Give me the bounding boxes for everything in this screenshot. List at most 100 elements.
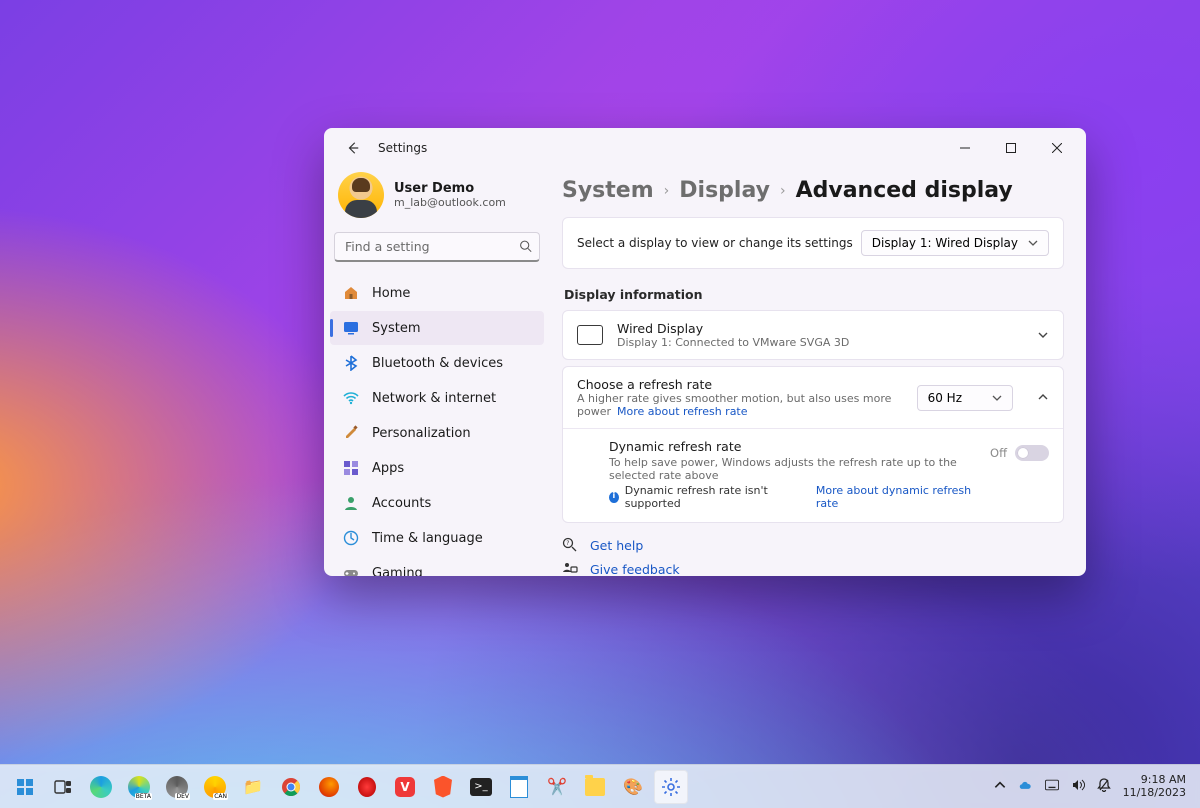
tray-chevron[interactable] xyxy=(993,778,1007,795)
close-icon xyxy=(1052,143,1062,153)
monitor-icon xyxy=(577,325,603,345)
maximize-button[interactable] xyxy=(988,132,1034,164)
taskbar-app-notepad[interactable] xyxy=(502,770,536,804)
refresh-rate-dropdown[interactable]: 60 Hz xyxy=(917,385,1013,411)
nav-bluetooth[interactable]: Bluetooth & devices xyxy=(330,346,544,380)
maximize-icon xyxy=(1006,143,1016,153)
display-dropdown-value: Display 1: Wired Display xyxy=(872,236,1018,250)
toggle-switch xyxy=(1015,445,1049,461)
tray-notifications-icon[interactable] xyxy=(1097,778,1111,795)
refresh-more-link[interactable]: More about refresh rate xyxy=(617,405,748,418)
get-help-row: ? Get help xyxy=(562,537,1064,553)
nav-time[interactable]: Time & language xyxy=(330,521,544,555)
nav-accounts[interactable]: Accounts xyxy=(330,486,544,520)
tray-keyboard-icon[interactable] xyxy=(1045,778,1059,795)
notepad-icon xyxy=(510,776,528,798)
apps-icon xyxy=(342,459,360,477)
vivaldi-icon: V xyxy=(395,777,415,797)
bluetooth-icon xyxy=(342,354,360,372)
edge-beta-icon: BETA xyxy=(128,776,150,798)
toggle-label: Off xyxy=(990,446,1007,460)
chevron-down-icon xyxy=(1037,329,1049,341)
close-button[interactable] xyxy=(1034,132,1080,164)
display-info-sub: Display 1: Connected to VMware SVGA 3D xyxy=(617,336,849,349)
taskbar-app-edge-canary[interactable]: CAN xyxy=(198,770,232,804)
profile-name: User Demo xyxy=(394,181,506,196)
nav-personalization[interactable]: Personalization xyxy=(330,416,544,450)
paint-icon: 🎨 xyxy=(623,777,643,796)
titlebar: Settings xyxy=(324,128,1086,168)
nav-network[interactable]: Network & internet xyxy=(330,381,544,415)
taskbar-app-terminal[interactable]: >_ xyxy=(464,770,498,804)
taskbar-app-brave[interactable] xyxy=(426,770,460,804)
taskbar-app-vivaldi[interactable]: V xyxy=(388,770,422,804)
snip-icon: ✂️ xyxy=(547,777,567,796)
dynamic-refresh-row: Dynamic refresh rate To help save power,… xyxy=(563,429,1063,522)
nav-gaming[interactable]: Gaming xyxy=(330,556,544,576)
onedrive-icon[interactable] xyxy=(1019,778,1033,795)
display-info-title: Wired Display xyxy=(617,321,849,336)
taskbar-app-edge-beta[interactable]: BETA xyxy=(122,770,156,804)
chevron-right-icon: › xyxy=(664,183,670,199)
nav-label: Network & internet xyxy=(372,391,496,406)
section-display-information: Display information xyxy=(564,287,1064,302)
display-dropdown[interactable]: Display 1: Wired Display xyxy=(861,230,1049,256)
terminal-icon: >_ xyxy=(470,778,492,796)
svg-text:?: ? xyxy=(566,540,569,547)
get-help-link[interactable]: Get help xyxy=(590,538,643,553)
breadcrumb-system[interactable]: System xyxy=(562,178,654,203)
breadcrumb-current: Advanced display xyxy=(796,178,1013,203)
expand-button[interactable] xyxy=(1037,326,1049,345)
taskbar-app-firefox[interactable] xyxy=(312,770,346,804)
nav-label: Gaming xyxy=(372,566,423,577)
help-icon: ? xyxy=(562,537,578,553)
collapse-button[interactable] xyxy=(1037,388,1049,407)
chevron-up-icon xyxy=(993,778,1007,792)
nav-apps[interactable]: Apps xyxy=(330,451,544,485)
back-button[interactable] xyxy=(338,133,368,163)
sidebar: User Demo m_lab@outlook.com Home S xyxy=(324,168,554,576)
minimize-icon xyxy=(960,143,970,153)
arrow-left-icon xyxy=(346,141,360,155)
search-input[interactable] xyxy=(334,232,540,262)
taskbar-app-snip[interactable]: ✂️ xyxy=(540,770,574,804)
taskbar-app-paint[interactable]: 🎨 xyxy=(616,770,650,804)
taskbar-app-edge[interactable] xyxy=(84,770,118,804)
tray-volume-icon[interactable] xyxy=(1071,778,1085,795)
nav-label: Home xyxy=(372,286,410,301)
chevron-down-icon xyxy=(992,393,1002,403)
person-icon xyxy=(342,494,360,512)
dynamic-more-link[interactable]: More about dynamic refresh rate xyxy=(816,484,976,510)
taskbar-app-chrome[interactable] xyxy=(274,770,308,804)
tray-clock[interactable]: 9:18 AM 11/18/2023 xyxy=(1123,774,1186,798)
taskbar-app-explorer[interactable]: 📁 xyxy=(236,770,270,804)
taskbar-app-taskview[interactable] xyxy=(46,770,80,804)
taskview-icon xyxy=(54,778,72,796)
files-icon xyxy=(585,778,605,796)
profile[interactable]: User Demo m_lab@outlook.com xyxy=(330,168,544,232)
gear-icon xyxy=(661,777,681,797)
display-info-card[interactable]: Wired Display Display 1: Connected to VM… xyxy=(562,310,1064,360)
dynamic-sub: To help save power, Windows adjusts the … xyxy=(609,456,976,482)
chevron-down-icon xyxy=(1028,238,1038,248)
taskbar-app-settings[interactable] xyxy=(654,770,688,804)
chrome-icon xyxy=(281,777,301,797)
taskbar-app-opera[interactable] xyxy=(350,770,384,804)
start-button[interactable] xyxy=(8,770,42,804)
system-tray: 9:18 AM 11/18/2023 xyxy=(993,774,1192,798)
taskbar-app-edge-dev[interactable]: DEV xyxy=(160,770,194,804)
breadcrumb-display[interactable]: Display xyxy=(679,178,770,203)
globe-clock-icon xyxy=(342,529,360,547)
nav-home[interactable]: Home xyxy=(330,276,544,310)
chevron-up-icon xyxy=(1037,391,1049,403)
nav-system[interactable]: System xyxy=(330,311,544,345)
help-links: ? Get help Give feedback xyxy=(562,537,1064,576)
taskbar-app-files[interactable] xyxy=(578,770,612,804)
taskbar: BETA DEV CAN 📁 V >_ ✂️ 🎨 9:18 AM 1 xyxy=(0,764,1200,808)
nav-label: Bluetooth & devices xyxy=(372,356,503,371)
give-feedback-link[interactable]: Give feedback xyxy=(590,562,680,577)
window-title: Settings xyxy=(378,141,427,155)
refresh-title: Choose a refresh rate xyxy=(577,377,903,392)
minimize-button[interactable] xyxy=(942,132,988,164)
select-display-label: Select a display to view or change its s… xyxy=(577,236,853,250)
